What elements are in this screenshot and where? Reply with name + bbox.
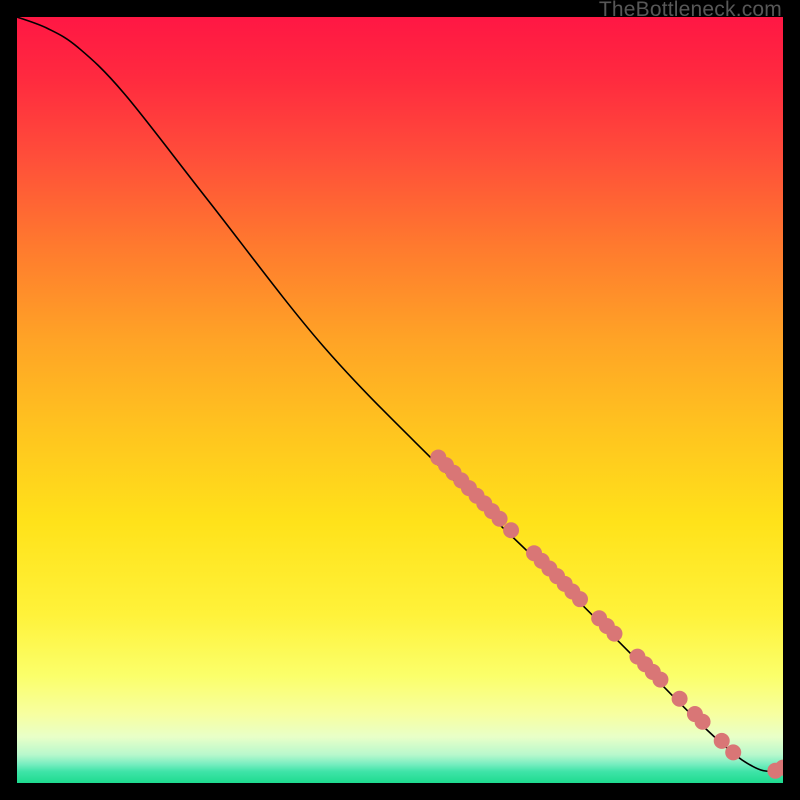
data-point bbox=[672, 691, 688, 707]
data-point bbox=[695, 714, 711, 730]
data-point bbox=[714, 733, 730, 749]
gradient-background bbox=[17, 17, 783, 783]
data-point bbox=[652, 672, 668, 688]
watermark-text: TheBottleneck.com bbox=[599, 0, 782, 22]
plot-area bbox=[17, 17, 783, 783]
chart-stage: TheBottleneck.com bbox=[0, 0, 800, 800]
data-point bbox=[725, 744, 741, 760]
data-point bbox=[492, 511, 508, 527]
chart-svg bbox=[17, 17, 783, 783]
data-point bbox=[572, 591, 588, 607]
data-point bbox=[606, 626, 622, 642]
data-point bbox=[503, 522, 519, 538]
